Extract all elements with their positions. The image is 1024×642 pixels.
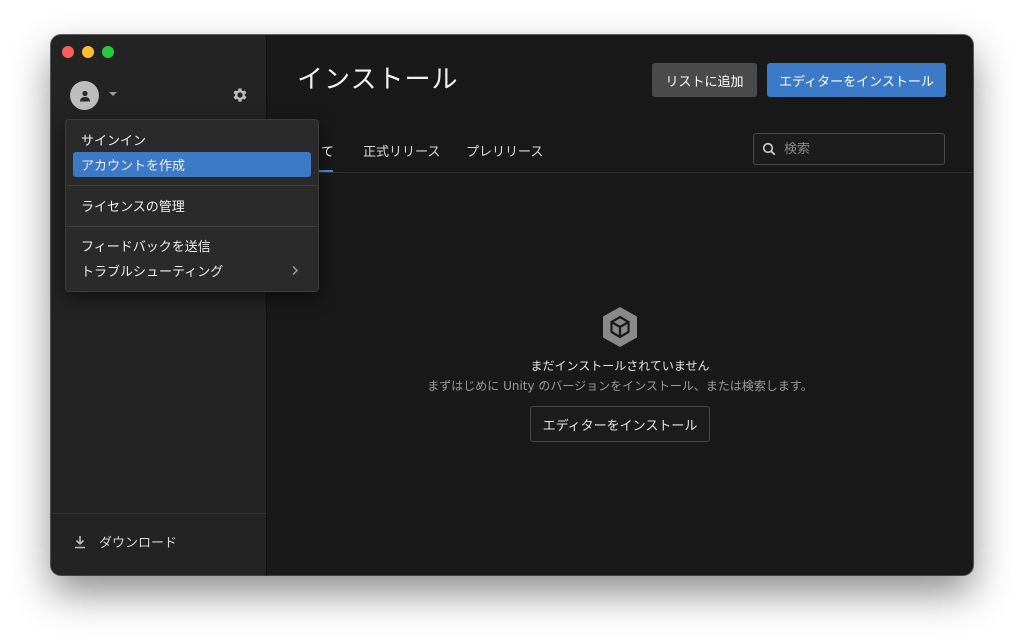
tab-pre-releases[interactable]: プレリリース bbox=[466, 141, 543, 172]
menu-item-manage-licenses[interactable]: ライセンスの管理 bbox=[73, 193, 311, 218]
sidebar-item-downloads[interactable]: ダウンロード bbox=[73, 532, 177, 551]
search-box[interactable] bbox=[753, 133, 945, 165]
unity-hub-window: ダウンロード インストール リストに追加 エディターをインストール て 正式リリ… bbox=[51, 35, 973, 575]
main-panel: インストール リストに追加 エディターをインストール て 正式リリース プレリリ… bbox=[267, 35, 973, 575]
menu-divider bbox=[66, 226, 318, 227]
menu-item-label: ライセンスの管理 bbox=[81, 200, 185, 215]
chevron-down-icon[interactable] bbox=[108, 90, 118, 98]
search-input[interactable] bbox=[784, 141, 934, 157]
gear-icon[interactable] bbox=[231, 86, 249, 104]
empty-state-title: まだインストールされていません bbox=[530, 359, 710, 373]
menu-item-label: フィードバックを送信 bbox=[81, 240, 211, 255]
sidebar-item-label: ダウンロード bbox=[99, 536, 178, 551]
menu-item-label: アカウントを作成 bbox=[81, 159, 186, 174]
window-controls bbox=[62, 46, 114, 58]
unity-cube-icon bbox=[603, 307, 637, 347]
install-editor-button[interactable]: エディターをインストール bbox=[767, 63, 946, 97]
menu-item-sign-in[interactable]: サインイン bbox=[73, 127, 311, 152]
chevron-right-icon bbox=[292, 265, 299, 276]
menu-item-create-account[interactable]: アカウントを作成 bbox=[73, 152, 311, 177]
menu-item-label: トラブルシューティング bbox=[81, 265, 224, 280]
download-icon bbox=[75, 535, 85, 548]
menu-item-send-feedback[interactable]: フィードバックを送信 bbox=[73, 233, 311, 258]
empty-install-editor-button[interactable]: エディターをインストール bbox=[530, 406, 710, 442]
tab-official-releases[interactable]: 正式リリース bbox=[363, 141, 440, 172]
sidebar-divider bbox=[51, 513, 266, 514]
menu-item-troubleshooting[interactable]: トラブルシューティング bbox=[73, 258, 311, 283]
sidebar: ダウンロード bbox=[51, 35, 267, 575]
search-icon bbox=[762, 142, 776, 156]
account-avatar-button[interactable] bbox=[70, 81, 99, 110]
close-window-button[interactable] bbox=[62, 46, 74, 58]
zoom-window-button[interactable] bbox=[102, 46, 114, 58]
account-menu: サインイン アカウントを作成 ライセンスの管理 フィードバックを送信 トラブルシ… bbox=[65, 119, 319, 292]
empty-state-subtitle: まずはじめに Unity のバージョンをインストール、または検索します。 bbox=[427, 379, 813, 393]
menu-divider bbox=[66, 185, 318, 186]
minimize-window-button[interactable] bbox=[82, 46, 94, 58]
add-to-list-button[interactable]: リストに追加 bbox=[652, 63, 757, 97]
page-title: インストール bbox=[297, 65, 459, 95]
user-icon bbox=[79, 90, 90, 101]
tab-all[interactable]: て bbox=[321, 141, 334, 172]
menu-item-label: サインイン bbox=[81, 134, 147, 149]
empty-state: まだインストールされていません まずはじめに Unity のバージョンをインスト… bbox=[267, 305, 973, 442]
